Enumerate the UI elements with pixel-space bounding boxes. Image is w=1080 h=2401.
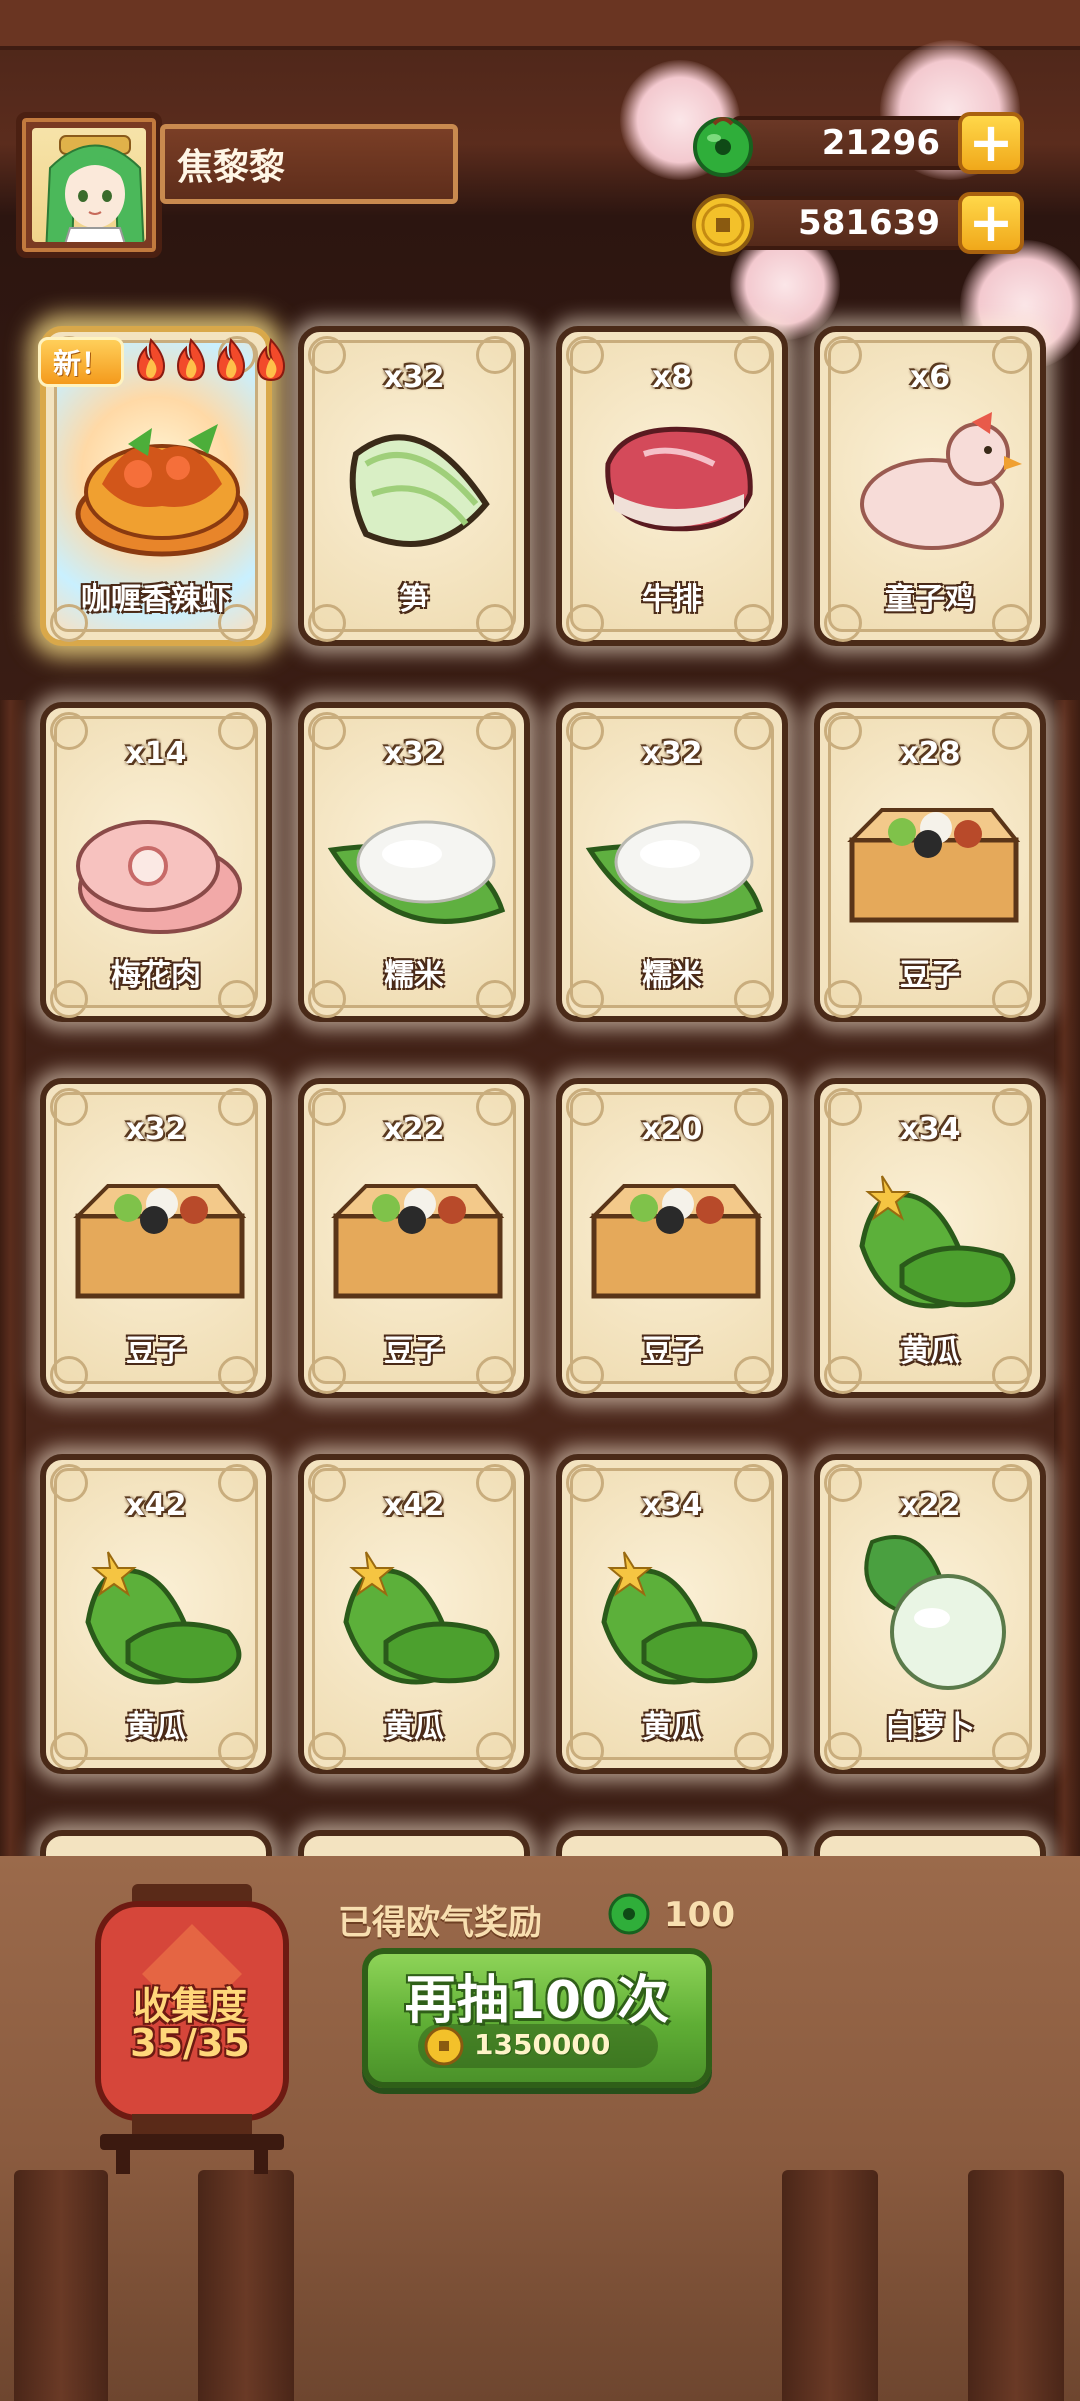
card-count: x20 (641, 1112, 703, 1147)
card-label: 糯米 (384, 958, 444, 993)
jade-icon (608, 1893, 650, 1935)
reward-card[interactable]: x20 豆子 (556, 1078, 788, 1398)
card-label: 豆子 (900, 958, 960, 993)
card-label: 牛排 (642, 582, 702, 617)
collection-count: 35/35 (130, 2021, 250, 2065)
card-count: x32 (641, 736, 703, 771)
reward-card[interactable]: x32 笋 (298, 326, 530, 646)
reward-card-grid: 咖喱香辣虾 x32 笋 x8 牛排 x6 童子鸡 x14 梅花肉 x32 糯米 x32 糯米… (0, 0, 1080, 1860)
reward-card[interactable]: x22 豆子 (298, 1078, 530, 1398)
card-count: x42 (125, 1488, 187, 1523)
curry-shrimp-icon (75, 424, 249, 557)
stool-decoration (14, 2170, 108, 2401)
card-label: 黄瓜 (642, 1710, 702, 1745)
card-count: x42 (383, 1488, 445, 1523)
card-label: 黄瓜 (126, 1710, 186, 1745)
card-count: x22 (383, 1112, 445, 1147)
card-count: x8 (651, 360, 693, 395)
card-label: 豆子 (126, 1334, 186, 1369)
reward-card[interactable]: x28 豆子 (814, 702, 1046, 1022)
card-label: 糯米 (642, 958, 702, 993)
stool-decoration (782, 2170, 878, 2401)
steak-icon (605, 426, 753, 532)
beans-box-icon (331, 1184, 505, 1299)
card-count: x32 (383, 736, 445, 771)
sticky-rice-icon (585, 820, 764, 924)
card-label: 黄瓜 (900, 1334, 960, 1369)
reward-card[interactable]: x6 童子鸡 (814, 326, 1046, 646)
card-label: 白萝卜 (885, 1710, 975, 1745)
flame-icon (136, 338, 166, 382)
sticky-rice-icon (327, 820, 506, 924)
cucumber-icon (343, 1551, 500, 1685)
reward-card[interactable]: x8 牛排 (556, 326, 788, 646)
card-label: 豆子 (384, 1334, 444, 1369)
reward-card[interactable]: x34 黄瓜 (556, 1454, 788, 1774)
draw-again-label: 再抽100次 (404, 1971, 670, 2031)
draw-cost: 1350000 (474, 2028, 611, 2061)
reward-card[interactable]: x34 黄瓜 (814, 1078, 1046, 1398)
reward-card[interactable]: x14 梅花肉 (40, 702, 272, 1022)
flame-icon (256, 338, 286, 382)
beans-box-icon (73, 1184, 247, 1299)
reward-text: 已得欧气奖励 (338, 1903, 542, 1943)
card-label: 咖喱香辣虾 (81, 582, 231, 617)
card-count: x34 (641, 1488, 703, 1523)
new-badge: 新！ (38, 337, 124, 387)
radish-icon (864, 1535, 1006, 1690)
bamboo-shoot-icon (349, 434, 490, 547)
reward-card[interactable]: x32 豆子 (40, 1078, 272, 1398)
stool-decoration (968, 2170, 1064, 2401)
card-label: 豆子 (642, 1334, 702, 1369)
stool-decoration (198, 2170, 294, 2401)
card-count: x32 (383, 360, 445, 395)
cucumber-icon (85, 1551, 242, 1685)
card-label: 笋 (399, 582, 429, 617)
flame-icon (216, 338, 246, 382)
card-label: 黄瓜 (384, 1710, 444, 1745)
coin-icon (424, 2026, 464, 2066)
card-count: x32 (125, 1112, 187, 1147)
flame-icon (176, 338, 206, 382)
reward-card[interactable]: x32 糯米 (298, 702, 530, 1022)
cucumber-icon (601, 1551, 758, 1685)
reward-card[interactable]: x42 黄瓜 (298, 1454, 530, 1774)
reward-card[interactable]: x22 白萝卜 (814, 1454, 1046, 1774)
card-label: 梅花肉 (111, 958, 201, 993)
beans-box-icon (847, 808, 1021, 923)
reward-value: 100 (664, 1895, 735, 1935)
card-count: x14 (125, 736, 187, 771)
pork-icon (76, 820, 242, 934)
card-count: x34 (899, 1112, 961, 1147)
cucumber-icon (859, 1175, 1016, 1309)
chicken-icon (860, 412, 1022, 550)
card-count: x28 (899, 736, 961, 771)
card-label: 童子鸡 (885, 582, 975, 617)
reward-card[interactable]: x32 糯米 (556, 702, 788, 1022)
card-count: x6 (909, 360, 951, 395)
beans-box-icon (589, 1184, 763, 1299)
reward-card[interactable]: x42 黄瓜 (40, 1454, 272, 1774)
card-count: x22 (899, 1488, 961, 1523)
